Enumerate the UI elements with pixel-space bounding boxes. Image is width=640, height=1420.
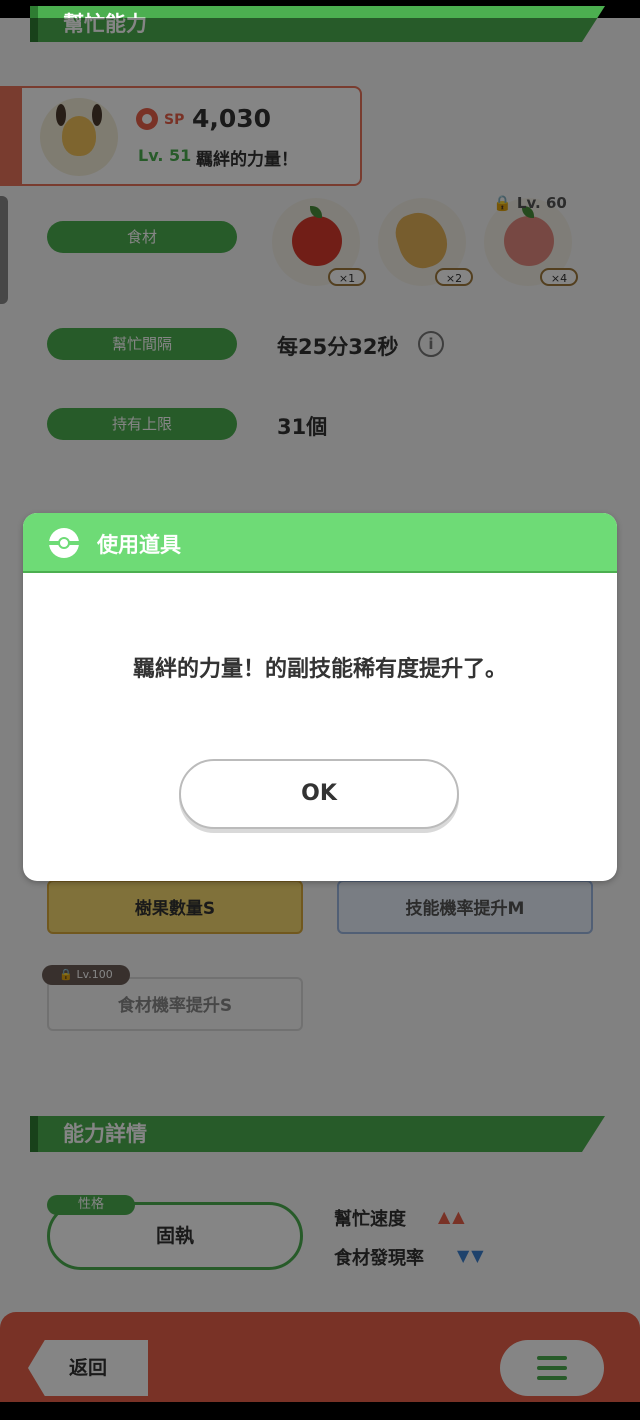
status-bar-bottom <box>0 1402 640 1420</box>
dialog-header: 使用道具 <box>23 513 617 573</box>
ok-button[interactable]: OK <box>179 759 459 829</box>
use-item-dialog: 使用道具 羈絆的力量！的副技能稀有度提升了。 OK <box>23 513 617 881</box>
dialog-message: 羈絆的力量！的副技能稀有度提升了。 <box>132 657 507 682</box>
pokeball-icon <box>49 528 79 558</box>
dialog-title: 使用道具 <box>97 533 181 557</box>
